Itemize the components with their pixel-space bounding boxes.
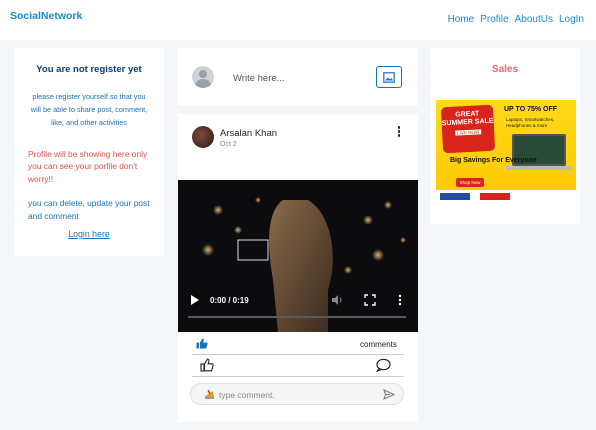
- emoji-icon[interactable]: [203, 388, 216, 399]
- post-composer: Write here...: [178, 48, 418, 106]
- sales-title: Sales: [491, 64, 519, 75]
- ad-headline: Big Savings For Everyone: [450, 157, 537, 164]
- video-time: 0:00 / 0:19: [210, 296, 249, 305]
- ad-items: Laptops, Smartwatches, Headphones & more: [506, 117, 555, 128]
- nav-links: Home Profile AboutUs LogIn: [448, 14, 584, 25]
- comments-count-label[interactable]: comments: [360, 340, 397, 349]
- divider: [192, 376, 404, 377]
- profile-note: Profile will be showing here only you ca…: [28, 149, 148, 184]
- sales-ad-banner[interactable]: GREAT SUMMER SALE LIVE NOW UP TO 75% OFF…: [436, 100, 576, 204]
- post-note: you can delete, update your post and com…: [28, 198, 150, 221]
- image-upload-button[interactable]: [376, 66, 402, 88]
- sale-badge: GREAT SUMMER SALE LIVE NOW: [440, 104, 496, 154]
- comment-input[interactable]: type comment.: [219, 390, 275, 400]
- fullscreen-icon[interactable]: [364, 294, 376, 306]
- navbar: SocialNetwork Home Profile AboutUs LogIn: [0, 0, 596, 40]
- guest-info-card: You are not register yet please register…: [14, 48, 164, 256]
- guest-title: You are not register yet: [36, 64, 142, 75]
- like-count-icon: [196, 338, 208, 349]
- nav-home[interactable]: Home: [448, 14, 475, 25]
- sales-card: Sales GREAT SUMMER SALE LIVE NOW UP TO 7…: [430, 48, 580, 224]
- nav-about[interactable]: AboutUs: [515, 14, 553, 25]
- divider: [192, 354, 404, 355]
- write-input[interactable]: Write here...: [233, 73, 285, 84]
- send-icon[interactable]: [383, 389, 395, 400]
- ad-discount: UP TO 75% OFF: [504, 106, 558, 113]
- author-avatar[interactable]: [192, 126, 214, 148]
- more-vert-icon[interactable]: [397, 126, 401, 138]
- video-player[interactable]: 0:00 / 0:19: [178, 180, 418, 332]
- comment-bubble-icon[interactable]: [376, 358, 391, 372]
- post-author[interactable]: Arsalan Khan: [220, 128, 277, 139]
- post-date: Oct 2: [220, 141, 237, 148]
- nav-login[interactable]: LogIn: [559, 14, 584, 25]
- user-avatar: [192, 66, 214, 88]
- comment-input-box[interactable]: type comment.: [190, 383, 404, 405]
- guest-description: please register yourself so that you wil…: [30, 92, 148, 127]
- volume-icon[interactable]: [331, 294, 343, 306]
- post-card: Arsalan Khan Oct 2 0:00 / 0:19 comments …: [178, 114, 418, 422]
- video-progress-bar[interactable]: [188, 316, 406, 318]
- video-more-icon[interactable]: [398, 294, 402, 306]
- ad-partner-strip: [436, 190, 576, 204]
- nav-profile[interactable]: Profile: [480, 14, 508, 25]
- thumbs-up-icon[interactable]: [200, 358, 214, 372]
- brand-logo[interactable]: SocialNetwork: [10, 10, 82, 22]
- image-icon: [383, 71, 395, 83]
- login-link[interactable]: Login here: [14, 229, 164, 239]
- play-icon[interactable]: [188, 294, 200, 306]
- shop-now-button[interactable]: Shop Now: [456, 178, 484, 187]
